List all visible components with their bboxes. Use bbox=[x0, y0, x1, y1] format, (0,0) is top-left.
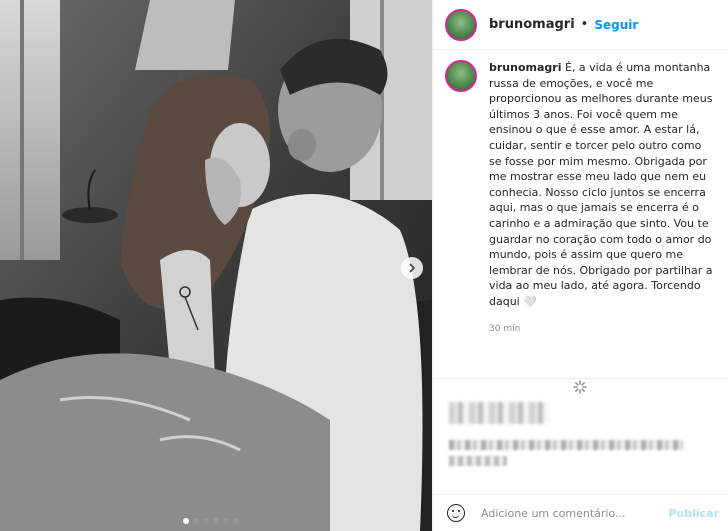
carousel-dot bbox=[213, 518, 219, 524]
spinner-icon bbox=[573, 380, 587, 394]
carousel-dot bbox=[203, 518, 209, 524]
carousel-dot bbox=[233, 518, 239, 524]
blurred-likes bbox=[449, 402, 549, 424]
separator-dot: • bbox=[580, 17, 589, 32]
post-header: brunomagri • Seguir bbox=[433, 0, 728, 50]
publish-button[interactable]: Publicar bbox=[668, 507, 719, 520]
loading-area bbox=[433, 378, 728, 405]
carousel-dot bbox=[223, 518, 229, 524]
post-photo[interactable] bbox=[0, 0, 432, 531]
carousel-indicator bbox=[183, 518, 239, 524]
comment-bar: Publicar bbox=[433, 494, 728, 531]
comment-input[interactable] bbox=[479, 505, 663, 521]
caption-text: É, a vida é uma montanha russa de emoçõe… bbox=[489, 61, 713, 308]
post-side-panel: brunomagri • Seguir brunomagri É, a vida… bbox=[432, 0, 728, 531]
carousel-dot bbox=[193, 518, 199, 524]
caption-username[interactable]: brunomagri bbox=[489, 61, 561, 74]
couple-photo-illustration bbox=[0, 0, 432, 531]
carousel-next-button[interactable] bbox=[401, 257, 423, 279]
caption-block: brunomagri É, a vida é uma montanha russ… bbox=[433, 60, 728, 334]
chevron-right-icon bbox=[409, 263, 416, 273]
post-time: 30 min bbox=[489, 323, 521, 334]
blurred-text bbox=[449, 440, 683, 450]
caption: brunomagri É, a vida é uma montanha russ… bbox=[489, 60, 715, 310]
avatar[interactable] bbox=[445, 60, 477, 92]
username-link[interactable]: brunomagri bbox=[489, 17, 575, 32]
carousel-dot bbox=[183, 518, 189, 524]
follow-button[interactable]: Seguir bbox=[594, 18, 638, 32]
emoji-icon[interactable] bbox=[447, 504, 465, 522]
avatar[interactable] bbox=[445, 8, 477, 41]
blurred-text bbox=[449, 456, 507, 466]
